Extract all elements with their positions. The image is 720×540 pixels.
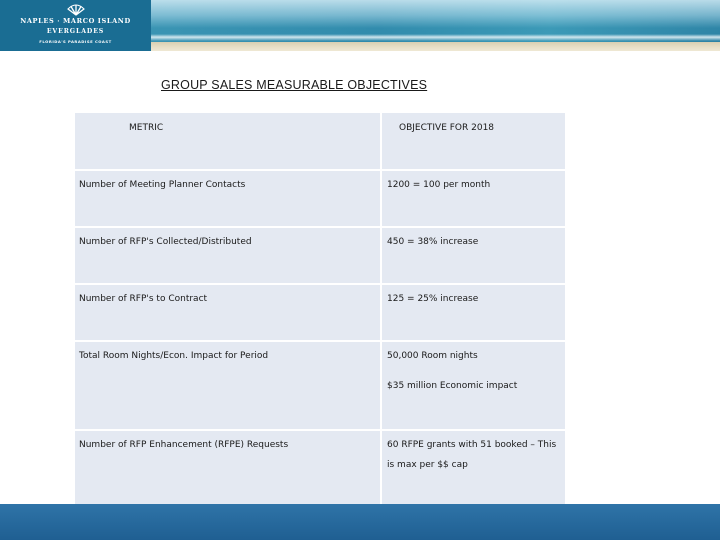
objective-line-2: $35 million Economic impact: [387, 381, 518, 391]
header-metric: METRIC: [75, 113, 382, 169]
sand-strip: [150, 42, 720, 51]
logo-line-2: EVERGLADES: [46, 28, 105, 35]
logo-line-1: NAPLES · MARCO ISLAND: [20, 17, 131, 25]
header-objective: OBJECTIVE FOR 2018: [382, 113, 565, 169]
shell-icon: [67, 4, 85, 16]
objective-cell: 1200 = 100 per month: [382, 171, 565, 226]
objectives-table: METRIC OBJECTIVE FOR 2018 Number of Meet…: [75, 113, 565, 508]
footer-bar: [0, 504, 720, 540]
header-banner: NAPLES · MARCO ISLAND EVERGLADES FLORIDA…: [0, 0, 720, 51]
objective-cell: 125 = 25% increase: [382, 285, 565, 340]
metric-cell: Total Room Nights/Econ. Impact for Perio…: [75, 342, 382, 429]
objective-cell: 450 = 38% increase: [382, 228, 565, 283]
objective-line-1: 50,000 Room nights: [387, 351, 478, 361]
table-row: Number of RFP Enhancement (RFPE) Request…: [75, 431, 565, 508]
table-row: Number of RFP's to Contract 125 = 25% in…: [75, 285, 565, 342]
metric-cell: Number of RFP Enhancement (RFPE) Request…: [75, 431, 382, 508]
objective-cell: 60 RFPE grants with 51 booked – This is …: [382, 431, 565, 508]
table-row: Total Room Nights/Econ. Impact for Perio…: [75, 342, 565, 431]
metric-cell: Number of RFP's Collected/Distributed: [75, 228, 382, 283]
logo: NAPLES · MARCO ISLAND EVERGLADES FLORIDA…: [0, 0, 151, 51]
metric-cell: Number of RFP's to Contract: [75, 285, 382, 340]
surf-line: [150, 34, 720, 41]
metric-cell: Number of Meeting Planner Contacts: [75, 171, 382, 226]
logo-tagline: FLORIDA'S PARADISE COAST: [39, 39, 112, 44]
page-title: GROUP SALES MEASURABLE OBJECTIVES: [161, 78, 428, 92]
objective-line-2: is max per $$ cap: [387, 460, 468, 470]
objective-cell: 50,000 Room nights $35 million Economic …: [382, 342, 565, 429]
table-row: Number of RFP's Collected/Distributed 45…: [75, 228, 565, 285]
table-row: Number of Meeting Planner Contacts 1200 …: [75, 171, 565, 228]
table-header-row: METRIC OBJECTIVE FOR 2018: [75, 113, 565, 171]
objective-line-1: 60 RFPE grants with 51 booked – This: [387, 440, 557, 450]
